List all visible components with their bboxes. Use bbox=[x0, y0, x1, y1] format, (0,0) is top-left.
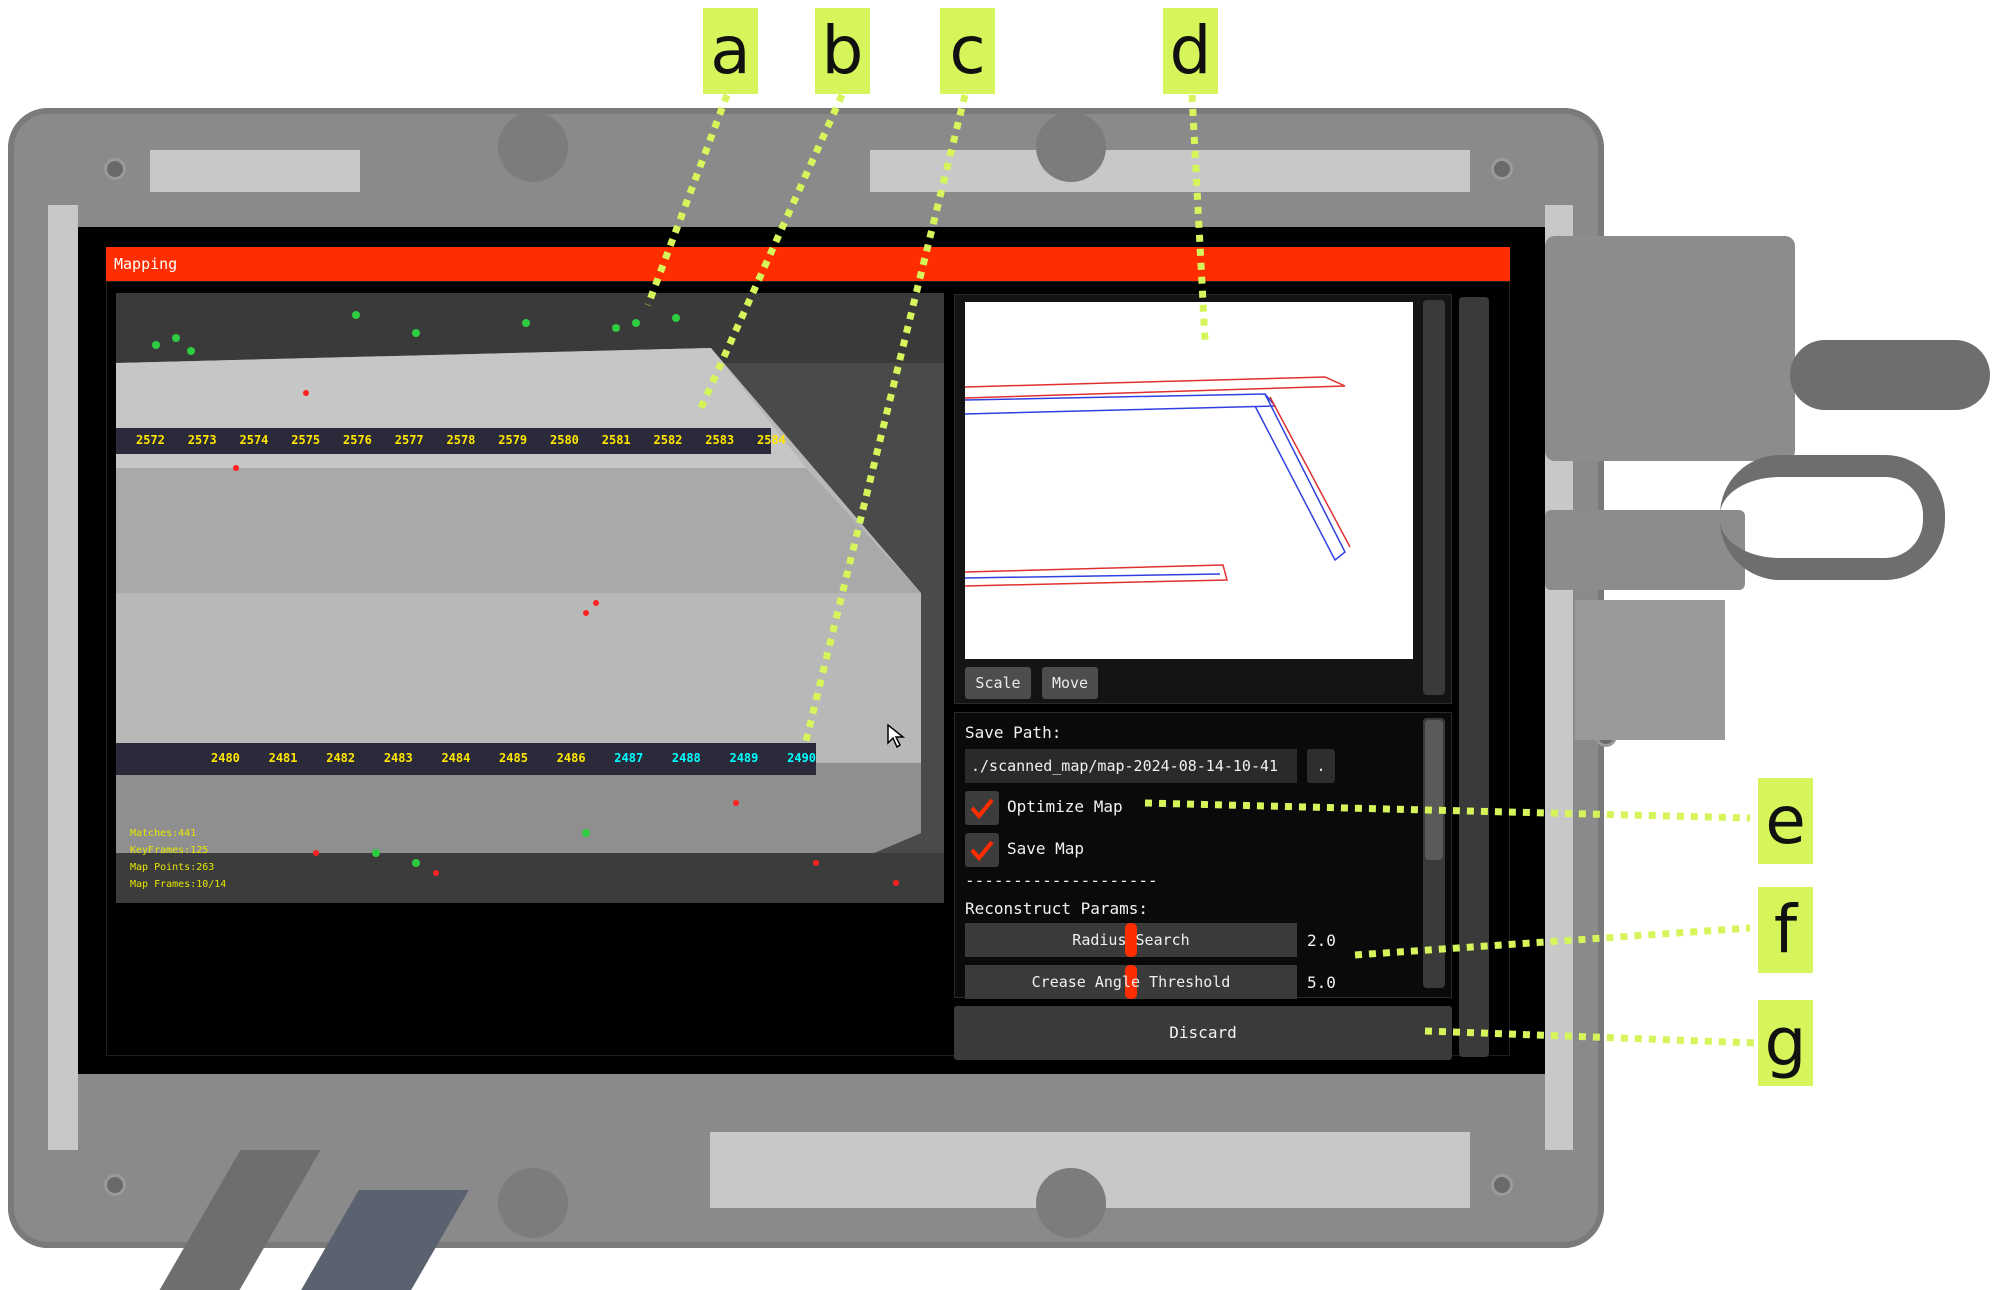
callout-label: c bbox=[940, 8, 995, 94]
callout-label: g bbox=[1758, 1000, 1813, 1086]
callout-label: e bbox=[1758, 778, 1813, 864]
callout-label: b bbox=[815, 8, 870, 94]
callout-label: d bbox=[1163, 8, 1218, 94]
callout-leader-lines bbox=[644, 93, 1759, 1047]
callout-label: a bbox=[703, 8, 758, 94]
callout-label: f bbox=[1758, 887, 1813, 973]
